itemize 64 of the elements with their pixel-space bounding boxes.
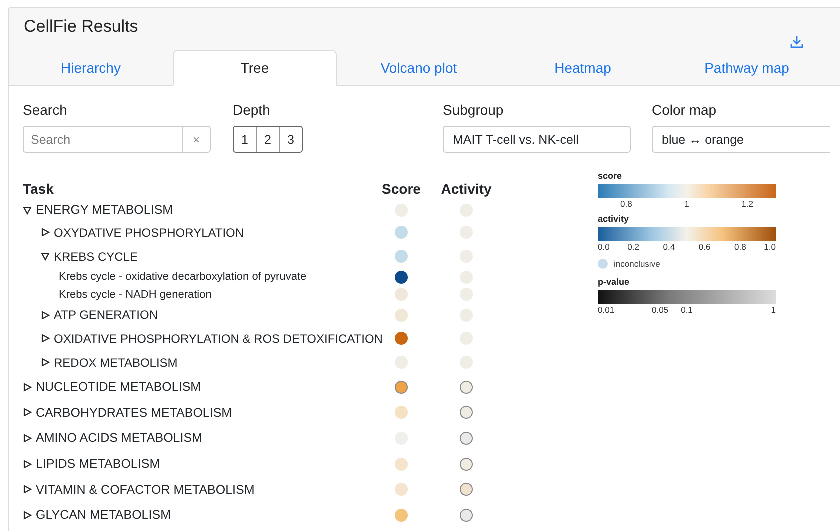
tick-label: 1.0 bbox=[764, 242, 776, 252]
collapsed-triangle-icon[interactable] bbox=[41, 334, 50, 344]
legend-title: score bbox=[598, 171, 624, 181]
collapsed-triangle-icon[interactable] bbox=[41, 310, 50, 320]
collapsed-triangle-icon[interactable] bbox=[23, 382, 32, 392]
tab[interactable]: Volcano plot bbox=[337, 50, 501, 86]
tick-label: 1 bbox=[771, 305, 776, 315]
tick-label: 0.01 bbox=[598, 305, 615, 315]
tick-label: 1.2 bbox=[742, 199, 754, 209]
task-label[interactable]: NUCLEOTIDE METABOLISM bbox=[36, 380, 202, 394]
tick-label: 0.1 bbox=[681, 305, 693, 315]
tick-label: 1 bbox=[684, 199, 690, 209]
task-label[interactable]: VITAMIN & COFACTOR METABOLISM bbox=[36, 482, 255, 497]
field-label: Subgroup bbox=[443, 102, 505, 118]
tab[interactable]: Tree bbox=[173, 50, 337, 86]
legend-title: p-value bbox=[598, 277, 631, 287]
depth-button[interactable]: 3 bbox=[279, 127, 302, 152]
search-field[interactable]: Search bbox=[23, 126, 183, 153]
clear-button[interactable]: × bbox=[183, 126, 211, 153]
collapsed-triangle-icon[interactable] bbox=[23, 485, 32, 494]
collapsed-triangle-icon[interactable] bbox=[23, 408, 32, 418]
legend-title: activity bbox=[598, 214, 630, 224]
task-label[interactable]: ATP GENERATION bbox=[54, 308, 158, 322]
depth-button[interactable]: 1 bbox=[234, 127, 256, 152]
depth-button[interactable]: 2 bbox=[256, 127, 279, 152]
tick-label: 0.0 bbox=[598, 242, 610, 252]
tick-label: 0.05 bbox=[652, 305, 669, 315]
tick-label: 0.4 bbox=[663, 242, 676, 252]
task-label: Krebs cycle - oxidative decarboxylation of pyruvate bbox=[59, 271, 307, 284]
task-label[interactable]: OXYDATIVE PHOSPHORYLATION bbox=[54, 226, 244, 240]
collapsed-triangle-icon[interactable] bbox=[23, 460, 32, 469]
column-header: Task bbox=[23, 181, 55, 197]
task-label[interactable]: GLYCAN METABOLISM bbox=[36, 508, 171, 522]
column-header: Activity bbox=[440, 181, 493, 197]
tick-label: 0.8 bbox=[620, 199, 632, 209]
collapsed-triangle-icon[interactable] bbox=[41, 358, 50, 368]
tick-label: 0.2 bbox=[628, 242, 640, 252]
field-label: Depth bbox=[233, 102, 272, 118]
column-header: Score bbox=[383, 181, 420, 197]
tab[interactable]: Hierarchy bbox=[9, 50, 173, 86]
panel-title: CellFie Results bbox=[24, 17, 138, 37]
task-label[interactable]: ENERGY METABOLISM bbox=[36, 203, 174, 217]
tab[interactable]: Pathway map bbox=[665, 50, 829, 86]
tab[interactable]: Heatmap bbox=[501, 50, 665, 86]
expanded-triangle-icon[interactable] bbox=[41, 252, 50, 262]
collapsed-triangle-icon[interactable] bbox=[23, 434, 32, 443]
task-label[interactable]: REDOX METABOLISM bbox=[54, 356, 178, 370]
subgroup-select[interactable]: MAIT T-cell vs. NK-cell bbox=[443, 126, 631, 153]
expanded-triangle-icon[interactable] bbox=[23, 206, 32, 214]
task-label[interactable]: LIPIDS METABOLISM bbox=[36, 457, 160, 472]
task-label: Krebs cycle - NADH generation bbox=[59, 288, 212, 301]
collapsed-triangle-icon[interactable] bbox=[41, 228, 50, 238]
download-icon[interactable] bbox=[790, 35, 804, 49]
task-label[interactable]: KREBS CYCLE bbox=[54, 250, 138, 264]
field-label: Color map bbox=[652, 102, 718, 118]
tick-label: 0.6 bbox=[698, 242, 711, 252]
task-label[interactable]: CARBOHYDRATES METABOLISM bbox=[36, 406, 232, 420]
collapsed-triangle-icon[interactable] bbox=[23, 510, 32, 520]
task-label[interactable]: AMINO ACIDS METABOLISM bbox=[36, 431, 202, 446]
field-label: Search bbox=[23, 102, 68, 118]
task-label[interactable]: OXIDATIVE PHOSPHORYLATION & ROS DETOXIFICATION bbox=[54, 332, 383, 346]
color-map-select[interactable]: blue ↔ orange bbox=[652, 126, 830, 153]
tick-label: 0.8 bbox=[734, 242, 746, 252]
legend-label: inconclusive bbox=[614, 259, 660, 269]
